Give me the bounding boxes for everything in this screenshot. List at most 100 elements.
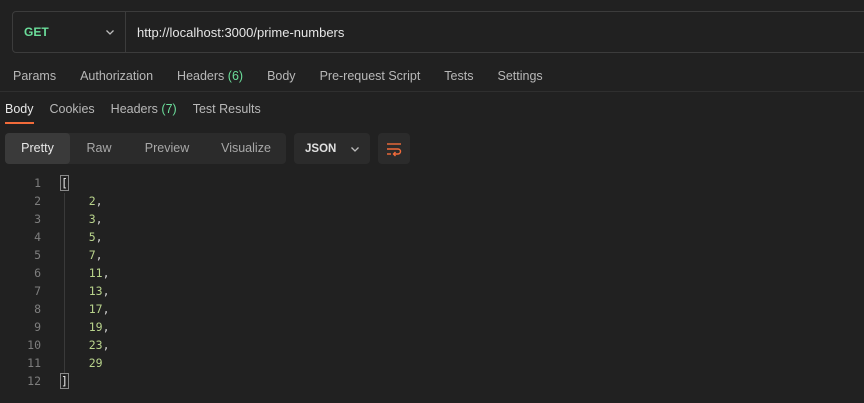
response-tab-body[interactable]: Body: [5, 94, 34, 124]
url-bar: GET: [12, 11, 864, 53]
code-line: 9 19,: [0, 318, 864, 336]
json-number: 13: [88, 284, 103, 298]
tab-tests[interactable]: Tests: [444, 69, 473, 83]
tab-label: Body: [5, 102, 34, 116]
json-number: 2: [88, 194, 96, 208]
line-number: 2: [34, 194, 41, 208]
line-text: 2,: [61, 192, 103, 210]
tab-body[interactable]: Body: [267, 69, 296, 83]
line-text: [: [60, 174, 69, 192]
response-tab-cookies[interactable]: Cookies: [50, 94, 95, 124]
code-line: 3 3,: [0, 210, 864, 228]
json-bracket: [: [60, 175, 69, 191]
tab-label: Pre-request Script: [319, 68, 421, 83]
tab-label: Params: [13, 68, 57, 83]
code-line: 4 5,: [0, 228, 864, 246]
line-text: 19,: [61, 318, 110, 336]
json-number: 17: [88, 302, 103, 316]
line-text: 11,: [61, 264, 110, 282]
json-number: 29: [88, 356, 103, 370]
response-tabs: Body Cookies Headers (7) Test Results: [0, 94, 864, 124]
line-number: 10: [27, 338, 41, 352]
json-number: 7: [88, 248, 96, 262]
json-punctuation: [61, 320, 89, 334]
line-number: 9: [34, 320, 41, 334]
line-text: 29: [61, 354, 103, 372]
json-bracket: ]: [60, 373, 69, 389]
code-line: 6 11,: [0, 264, 864, 282]
line-text: 3,: [61, 210, 103, 228]
json-number: 19: [88, 320, 103, 334]
headers-count: (6): [227, 68, 244, 83]
json-punctuation: [61, 194, 89, 208]
json-number: 11: [88, 266, 103, 280]
line-text: 7,: [61, 246, 103, 264]
response-tab-test-results[interactable]: Test Results: [193, 94, 261, 124]
method-label: GET: [24, 25, 49, 39]
line-text: 17,: [61, 300, 110, 318]
line-text: 23,: [61, 336, 110, 354]
json-punctuation: ,: [102, 338, 110, 352]
response-body-editor[interactable]: 1[2 2, 3 3, 4 5, 5 7, 6 11, 7 13, 8 17, 9 19, 10…: [0, 174, 864, 394]
response-headers-count: (7): [161, 102, 177, 116]
json-punctuation: ,: [102, 266, 110, 280]
method-select[interactable]: GET: [13, 12, 126, 52]
json-punctuation: ,: [95, 230, 103, 244]
line-number: 4: [34, 230, 41, 244]
url-input[interactable]: [126, 12, 864, 52]
tab-headers[interactable]: Headers (6): [177, 69, 243, 83]
line-text: 13,: [61, 282, 110, 300]
code-line: 2 2,: [0, 192, 864, 210]
view-preview-button[interactable]: Preview: [128, 133, 206, 164]
view-mode-group: Pretty Raw Preview Visualize: [5, 133, 286, 164]
json-punctuation: [61, 302, 89, 316]
code-line: 5 7,: [0, 246, 864, 264]
view-visualize-button[interactable]: Visualize: [206, 133, 286, 164]
json-punctuation: [61, 248, 89, 262]
json-number: 23: [88, 338, 103, 352]
line-text: 5,: [61, 228, 103, 246]
tab-label: Test Results: [192, 102, 261, 116]
code-line: 12]: [0, 372, 864, 390]
format-label: JSON: [305, 142, 337, 155]
request-tabs: Params Authorization Headers (6) Body Pr…: [0, 60, 864, 92]
tab-label: Tests: [444, 68, 474, 83]
line-number: 7: [34, 284, 41, 298]
format-select[interactable]: JSON: [294, 133, 370, 164]
json-punctuation: ,: [95, 212, 103, 226]
line-number: 5: [34, 248, 41, 262]
json-punctuation: [61, 266, 89, 280]
code-line: 10 23,: [0, 336, 864, 354]
line-number: 3: [34, 212, 41, 226]
json-punctuation: [61, 284, 89, 298]
code-line: 1[: [0, 174, 864, 192]
code-line: 11 29: [0, 354, 864, 372]
tab-authorization[interactable]: Authorization: [80, 69, 153, 83]
chevron-down-icon: [351, 146, 359, 152]
postman-request-panel: GET Params Authorization Headers (6) Bod…: [0, 0, 864, 403]
view-pretty-button[interactable]: Pretty: [5, 133, 70, 164]
wrap-lines-icon: [387, 142, 402, 156]
tab-settings[interactable]: Settings: [497, 69, 542, 83]
json-punctuation: ,: [102, 302, 110, 316]
json-punctuation: ,: [102, 284, 110, 298]
json-punctuation: ,: [95, 194, 103, 208]
line-number: 1: [34, 176, 41, 190]
line-number: 12: [27, 374, 41, 388]
code-line: 7 13,: [0, 282, 864, 300]
wrap-lines-button[interactable]: [378, 133, 410, 164]
json-punctuation: [61, 356, 89, 370]
response-tab-headers[interactable]: Headers (7): [111, 94, 177, 124]
tab-label: Headers: [177, 68, 225, 83]
code-line: 8 17,: [0, 300, 864, 318]
view-raw-button[interactable]: Raw: [70, 133, 128, 164]
json-number: 3: [88, 212, 96, 226]
line-number: 8: [34, 302, 41, 316]
line-number: 11: [27, 356, 41, 370]
tab-label: Body: [267, 68, 296, 83]
tab-params[interactable]: Params: [13, 69, 56, 83]
line-number: 6: [34, 266, 41, 280]
json-punctuation: [61, 212, 89, 226]
tab-pre-request-script[interactable]: Pre-request Script: [320, 69, 421, 83]
tab-label: Headers: [110, 102, 158, 116]
